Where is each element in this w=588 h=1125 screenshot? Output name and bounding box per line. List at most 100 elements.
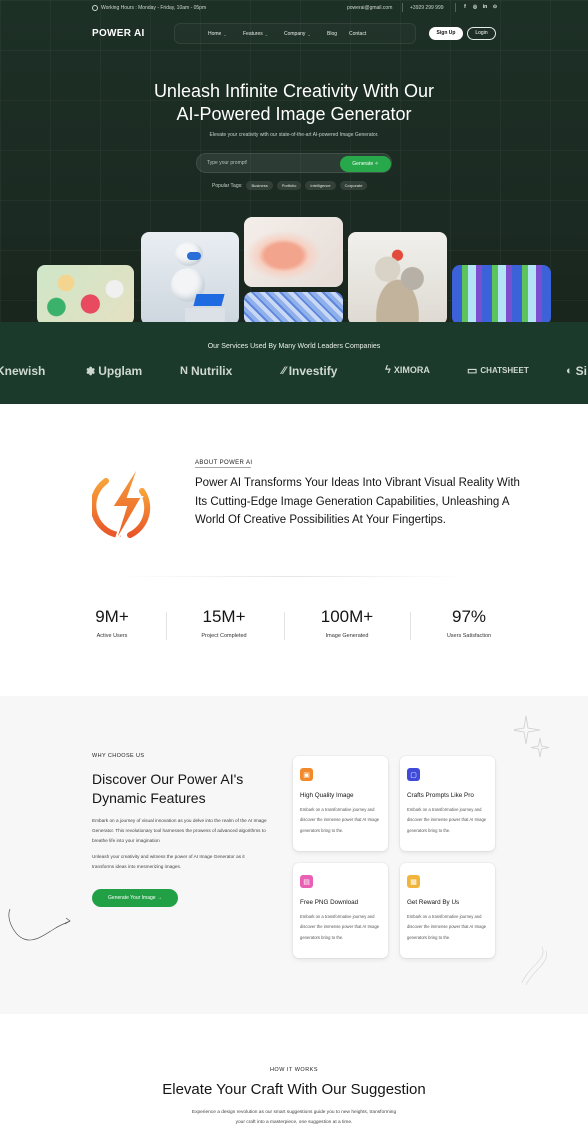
facebook-icon[interactable]: f	[462, 4, 468, 10]
robot-visor	[187, 252, 201, 260]
sparkle-icon	[514, 715, 550, 758]
brand-upglam: ✽ Upglam	[86, 364, 142, 378]
gallery-image-abstract	[244, 292, 343, 325]
gallery-image-shapes	[37, 265, 134, 325]
card-desc: Embark on a transformative journey and d…	[407, 914, 487, 940]
logo[interactable]: POWER AI	[92, 28, 145, 39]
nav-home[interactable]: Home ⌄	[208, 31, 243, 37]
stat-divider	[410, 612, 411, 640]
stat-satisfaction: 97% Users Satisfaction	[419, 606, 519, 639]
stat-divider	[166, 612, 167, 640]
clock-icon	[92, 5, 98, 11]
brand-ximora-label: XIMORA	[393, 365, 430, 375]
upglam-icon: ✽	[86, 365, 96, 378]
pinterest-icon[interactable]: ⊙	[492, 4, 498, 10]
stat-label: Users Satisfaction	[446, 633, 492, 639]
brand-si-label: Si	[575, 364, 587, 378]
stat-divider	[284, 612, 285, 640]
about-text: Power AI Transforms Your Ideas Into Vibr…	[195, 477, 520, 527]
how-eyebrow: HOW IT WORKS	[269, 1067, 319, 1073]
instagram-icon[interactable]: ◎	[472, 4, 478, 10]
nav-features-label: Features	[243, 31, 263, 37]
login-button[interactable]: Login	[467, 27, 496, 40]
curve-lines-icon	[521, 946, 547, 985]
robot-laptop	[193, 294, 225, 306]
prompt-form: Generate ✧	[196, 153, 392, 173]
popular-tags: Popular Tags: Business Portfolio Intelli…	[212, 181, 368, 190]
feature-card-high-quality[interactable]: ▣ High Quality Image Embark on a transfo…	[293, 756, 388, 851]
social-links: f ◎ in ⊙	[462, 4, 498, 10]
signup-button[interactable]: Sign Up	[429, 27, 463, 40]
robot-stand	[185, 308, 225, 322]
stat-projects: 15M+ Project Completed	[174, 606, 274, 639]
why-paragraph-2: Unleash your creativity and witness the …	[92, 854, 245, 869]
hero-title: Unleash Infinite Creativity With Our AI-…	[0, 80, 588, 126]
chevron-down-icon: ⌄	[264, 31, 269, 37]
card-title: Crafts Prompts Like Pro	[407, 792, 474, 799]
prompt-input[interactable]	[207, 160, 327, 166]
hero-title-line2: AI-Powered Image Generator	[176, 104, 412, 124]
feature-card-png-download[interactable]: ▤ Free PNG Download Embark on a transfor…	[293, 863, 388, 958]
tag-business[interactable]: Business	[246, 181, 273, 190]
tag-portfolio[interactable]: Portfolio	[276, 181, 302, 190]
topbar-phone[interactable]: +3929 299 999	[410, 5, 444, 11]
stats-row: 9M+ Active Users 15M+ Project Completed …	[80, 606, 510, 646]
power-ai-bolt-icon	[92, 462, 151, 545]
hero-subtitle: Elevate your creativity with our state-o…	[209, 132, 379, 138]
nav-blog-label: Blog	[327, 31, 338, 37]
nutrilix-icon: N	[180, 365, 188, 377]
linkedin-icon[interactable]: in	[482, 4, 488, 10]
gallery-image-robot	[141, 232, 239, 325]
about-divider	[118, 576, 470, 577]
brand-ximora: ϟ XIMORA	[385, 364, 430, 376]
how-title: Elevate Your Craft With Our Suggestion	[162, 1081, 426, 1098]
gallery-image-pixel-city	[452, 265, 551, 325]
generate-image-button[interactable]: Generate Your Image →	[92, 889, 178, 907]
nav-items: Home ⌄ Features ⌄ Company ⌄ Blog Contact	[208, 31, 366, 37]
topbar-divider	[455, 3, 456, 12]
chatsheet-icon: ▭	[467, 365, 478, 377]
brand-chatsheet: ▭ CHATSHEET	[467, 364, 529, 377]
topbar-email[interactable]: powerai@gmail.com	[347, 5, 392, 11]
investify-icon: ⁄⁄	[282, 365, 286, 377]
gift-icon: ▦	[407, 875, 420, 888]
feature-card-prompts[interactable]: ▢ Crafts Prompts Like Pro Embark on a tr…	[400, 756, 495, 851]
card-desc: Embark on a transformative journey and d…	[300, 914, 380, 940]
nav-company[interactable]: Company ⌄	[284, 31, 327, 37]
chevron-down-icon: ⌄	[223, 31, 227, 37]
why-eyebrow: WHY CHOOSE US	[92, 753, 145, 759]
nav-contact-label: Contact	[349, 31, 367, 37]
ximora-icon: ϟ	[385, 364, 391, 376]
feature-card-reward[interactable]: ▦ Get Reward By Us Embark on a transform…	[400, 863, 495, 958]
chevron-down-icon: ⌄	[307, 31, 311, 37]
brand-upglam-label: Upglam	[98, 364, 143, 378]
hero-title-line1: Unleash Infinite Creativity With Our	[153, 81, 435, 101]
nav-blog[interactable]: Blog	[327, 31, 349, 37]
tag-corporate[interactable]: Corporate	[339, 181, 368, 190]
card-title: High Quality Image	[300, 792, 354, 799]
brand-si: ◐ Si	[566, 364, 587, 378]
nav-home-label: Home	[208, 31, 222, 37]
stat-label: Image Generated	[325, 633, 369, 639]
gallery-image-dessert	[244, 217, 343, 287]
about-eyebrow: ABOUT POWER AI	[195, 460, 253, 466]
nav-contact[interactable]: Contact	[349, 31, 366, 37]
image-icon: ▣	[300, 768, 313, 781]
nav-features[interactable]: Features ⌄	[243, 31, 284, 37]
tag-intelligence[interactable]: Intelligence	[305, 181, 336, 190]
generate-button[interactable]: Generate ✧	[340, 156, 391, 172]
stat-label: Project Completed	[201, 633, 247, 639]
brand-knewish-label: Knewish	[0, 364, 46, 378]
card-title: Free PNG Download	[300, 899, 359, 906]
stat-value: 15M+	[202, 607, 246, 626]
stat-images: 100M+ Image Generated	[297, 606, 397, 639]
stat-active-users: 9M+ Active Users	[62, 606, 162, 639]
squiggle-arrow-icon	[8, 908, 71, 941]
chat-icon: ▢	[407, 768, 420, 781]
why-section	[0, 696, 588, 1014]
why-title: Discover Our Power AI's Dynamic Features	[92, 771, 244, 806]
why-paragraph-1: Embark on a journey of visual innovation…	[92, 818, 267, 843]
working-hours-text: Working Hours : Monday - Friday, 10am - …	[101, 5, 207, 11]
brand-nutrilix-label: Nutrilix	[190, 364, 233, 378]
brand-investify-label: Investify	[288, 364, 338, 378]
